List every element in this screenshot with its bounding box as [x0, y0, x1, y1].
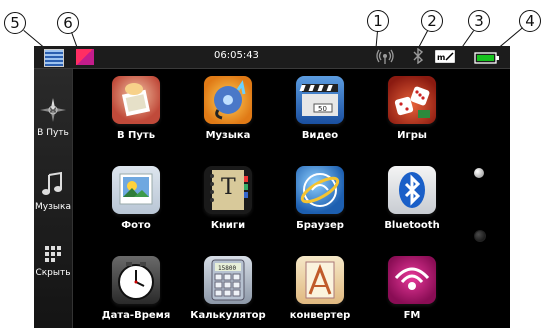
app-label: Калькулятор	[190, 310, 266, 321]
app-calculator[interactable]: 15800 Калькулятор	[188, 256, 268, 321]
sidebar-item-hide[interactable]: Скрыть	[34, 245, 72, 278]
app-navigation[interactable]: В Путь	[96, 76, 176, 141]
grid-icon	[45, 246, 61, 262]
sidebar-item-music[interactable]: Музыка	[34, 171, 72, 212]
color-app-icon[interactable]	[76, 49, 94, 65]
clock-icon	[112, 256, 160, 304]
app-browser[interactable]: Браузер	[280, 166, 360, 231]
callout-1: 1	[367, 10, 389, 32]
app-label: Музыка	[205, 130, 251, 141]
signal-icon	[376, 48, 394, 69]
app-video[interactable]: 50 Видео	[280, 76, 360, 141]
callout-6: 6	[57, 12, 79, 34]
app-games[interactable]: Игры	[372, 76, 452, 141]
callout-2: 2	[421, 10, 443, 32]
photo-icon	[112, 166, 160, 214]
svg-text:T: T	[221, 175, 236, 200]
app-music[interactable]: Музыка	[188, 76, 268, 141]
callout-3: 3	[468, 10, 490, 32]
calculator-icon: 15800	[204, 256, 252, 304]
app-label: В Путь	[116, 130, 156, 141]
app-books[interactable]: T Книги	[188, 166, 268, 231]
app-label: FM	[403, 310, 421, 321]
sd-card-icon: m	[435, 50, 455, 63]
app-datetime[interactable]: Дата-Время	[96, 256, 176, 321]
navigation-icon	[112, 76, 160, 124]
app-photo[interactable]: Фото	[96, 166, 176, 231]
device-screen: 06:05:43 m В Путь Музыка Скрыть В Путь М…	[34, 46, 510, 328]
app-label: Браузер	[296, 220, 344, 231]
svg-text:m: m	[437, 53, 445, 62]
app-label: конвертер	[289, 310, 351, 321]
app-converter[interactable]: конвертер	[280, 256, 360, 321]
music-note-icon	[42, 171, 62, 195]
music-icon	[204, 76, 252, 124]
status-bar: 06:05:43 m	[34, 46, 510, 69]
calculator-display: 15800	[218, 265, 236, 272]
video-counter: 50	[318, 105, 327, 113]
app-label: Книги	[210, 220, 246, 231]
sidebar-item-label: Музыка	[35, 202, 71, 212]
app-label: Игры	[397, 130, 427, 141]
converter-icon	[296, 256, 344, 304]
video-icon: 50	[296, 76, 344, 124]
app-label: Bluetooth	[384, 220, 440, 231]
app-label: Дата-Время	[101, 310, 171, 321]
app-label: Видео	[301, 130, 339, 141]
sidebar-item-navigation[interactable]: В Путь	[34, 97, 72, 138]
sidebar-item-label: В Путь	[37, 128, 69, 138]
app-label: Фото	[121, 220, 151, 231]
bluetooth-app-icon	[388, 166, 436, 214]
app-bluetooth[interactable]: Bluetooth	[372, 166, 452, 231]
battery-icon	[474, 51, 500, 69]
page-indicator-active[interactable]	[474, 168, 484, 178]
sidebar-item-label: Скрыть	[35, 268, 71, 278]
browser-icon	[296, 166, 344, 214]
grid-app-icon[interactable]	[44, 49, 64, 67]
compass-icon	[40, 98, 66, 122]
sidebar: В Путь Музыка Скрыть	[34, 69, 73, 328]
dice-icon	[388, 76, 436, 124]
callout-4: 4	[519, 10, 541, 32]
book-icon: T	[204, 166, 252, 214]
bluetooth-icon	[412, 47, 424, 69]
fm-radio-icon	[388, 256, 436, 304]
clock-time: 06:05:43	[214, 50, 259, 61]
page-indicator-inactive[interactable]	[474, 230, 486, 242]
app-fm[interactable]: FM	[372, 256, 452, 321]
